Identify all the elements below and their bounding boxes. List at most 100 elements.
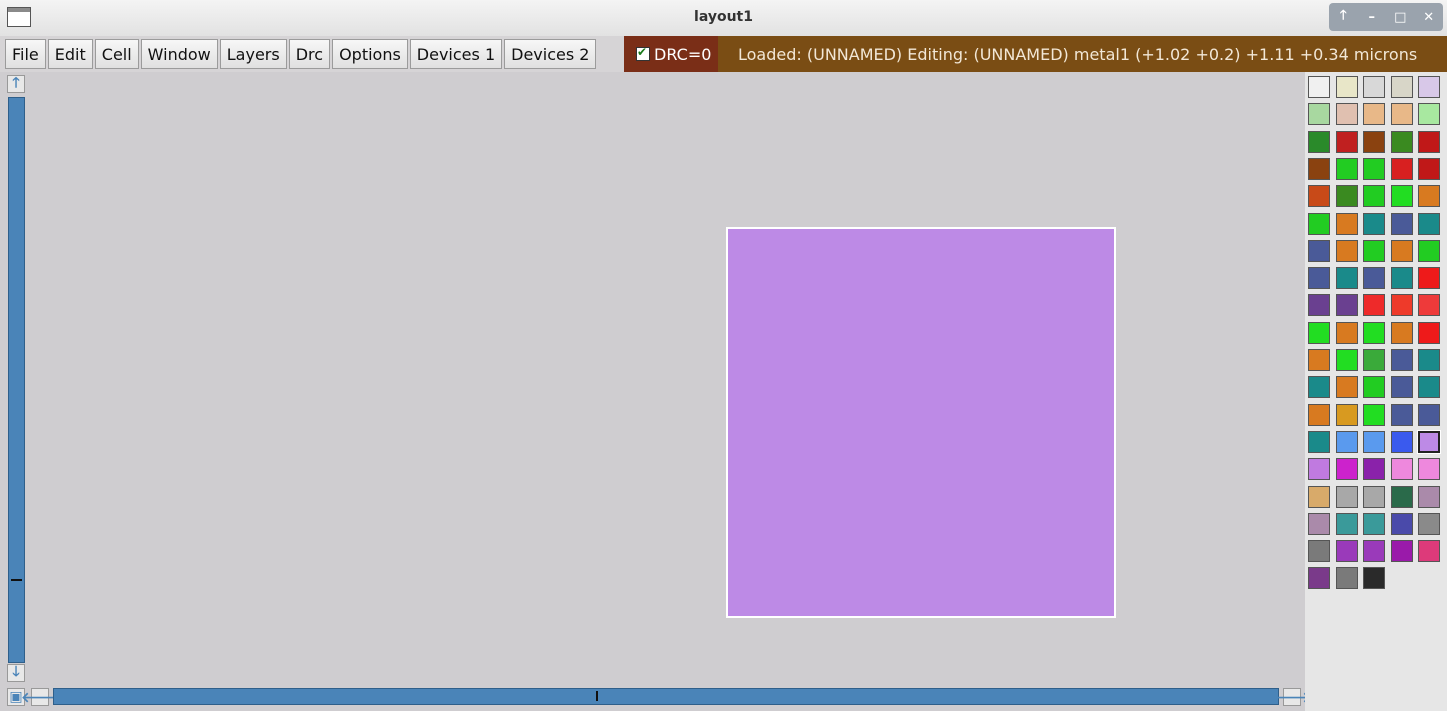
layer-swatch[interactable]	[1335, 157, 1358, 180]
layer-swatch[interactable]	[1418, 376, 1440, 399]
layer-swatch[interactable]	[1335, 430, 1358, 453]
layer-swatch[interactable]	[1390, 540, 1413, 563]
layer-swatch[interactable]	[1308, 76, 1330, 98]
layer-swatch[interactable]	[1335, 349, 1358, 371]
horizontal-scroll-thumb[interactable]	[596, 691, 598, 701]
layer-swatch[interactable]	[1390, 485, 1413, 508]
layer-swatch[interactable]	[1418, 321, 1440, 344]
horizontal-scrollbar[interactable]: ▣ 🡐 🡒	[5, 685, 1311, 709]
layer-swatch[interactable]	[1390, 376, 1413, 399]
layer-swatch[interactable]	[1335, 512, 1358, 535]
layer-swatch[interactable]	[1418, 185, 1440, 208]
layer-swatch[interactable]	[1363, 103, 1385, 126]
scroll-up-icon[interactable]: 🡑	[7, 75, 25, 93]
layer-swatch[interactable]	[1418, 512, 1440, 535]
layer-swatch[interactable]	[1363, 185, 1385, 208]
layer-swatch[interactable]	[1363, 157, 1385, 180]
scroll-right-icon[interactable]: 🡒	[1273, 688, 1311, 706]
layer-swatch[interactable]	[1363, 76, 1385, 98]
layer-swatch[interactable]	[1335, 540, 1358, 563]
layer-swatch[interactable]	[1308, 458, 1330, 481]
layer-swatch[interactable]	[1308, 157, 1330, 180]
scroll-left-icon[interactable]: 🡐	[21, 688, 59, 706]
layer-swatch[interactable]	[1363, 349, 1385, 371]
layer-swatch[interactable]	[1390, 294, 1413, 317]
layer-swatch[interactable]	[1308, 239, 1330, 262]
layer-swatch[interactable]	[1417, 429, 1441, 454]
layer-swatch[interactable]	[1335, 185, 1358, 208]
layer-swatch[interactable]	[1335, 567, 1358, 590]
layer-swatch[interactable]	[1308, 540, 1330, 563]
layer-swatch[interactable]	[1363, 130, 1385, 153]
layer-swatch[interactable]	[1390, 157, 1413, 180]
layer-swatch[interactable]	[1308, 103, 1330, 126]
menu-options[interactable]: Options	[332, 39, 408, 69]
minimize-icon[interactable]: –	[1361, 10, 1383, 25]
layer-swatch[interactable]	[1418, 103, 1440, 126]
menu-cell[interactable]: Cell	[94, 39, 139, 69]
menu-drc[interactable]: Drc	[288, 39, 331, 69]
layer-swatch[interactable]	[1363, 485, 1385, 508]
layer-swatch[interactable]	[1390, 430, 1413, 453]
layer-swatch[interactable]	[1418, 349, 1440, 371]
maximize-icon[interactable]: □	[1389, 10, 1411, 25]
drc-checkbox[interactable]	[636, 45, 650, 61]
layer-swatch[interactable]	[1418, 294, 1440, 317]
layer-swatch[interactable]	[1308, 512, 1330, 535]
layer-swatch[interactable]	[1390, 349, 1413, 371]
layer-swatch[interactable]	[1308, 212, 1330, 235]
layer-swatch[interactable]	[1308, 185, 1330, 208]
layer-swatch[interactable]	[1363, 403, 1385, 426]
menu-edit[interactable]: Edit	[47, 39, 93, 69]
layer-swatch[interactable]	[1390, 321, 1413, 344]
layer-swatch[interactable]	[1308, 485, 1330, 508]
layer-swatch[interactable]	[1363, 294, 1385, 317]
layer-swatch[interactable]	[1390, 403, 1413, 426]
layer-swatch[interactable]	[1308, 403, 1330, 426]
layer-swatch[interactable]	[1308, 349, 1330, 371]
layer-swatch[interactable]	[1308, 294, 1330, 317]
layer-swatch[interactable]	[1363, 458, 1385, 481]
layer-swatch[interactable]	[1308, 130, 1330, 153]
layer-swatch[interactable]	[1418, 458, 1440, 481]
float-icon[interactable]: 🡑	[1332, 6, 1354, 28]
layer-swatch[interactable]	[1363, 267, 1385, 290]
layer-swatch[interactable]	[1335, 294, 1358, 317]
layer-swatch[interactable]	[1363, 540, 1385, 563]
layer-swatch[interactable]	[1418, 130, 1440, 153]
layer-swatch[interactable]	[1418, 212, 1440, 235]
layer-swatch[interactable]	[1390, 103, 1413, 126]
layer-swatch[interactable]	[1363, 239, 1385, 262]
layer-swatch[interactable]	[1308, 321, 1330, 344]
layer-swatch[interactable]	[1418, 239, 1440, 262]
layer-swatch[interactable]	[1390, 185, 1413, 208]
layer-swatch[interactable]	[1335, 321, 1358, 344]
vertical-scrollbar[interactable]: 🡑 🡓	[7, 75, 27, 684]
layer-swatch[interactable]	[1418, 157, 1440, 180]
layer-swatch[interactable]	[1390, 239, 1413, 262]
layer-swatch[interactable]	[1363, 512, 1385, 535]
layer-swatch[interactable]	[1363, 212, 1385, 235]
layer-swatch[interactable]	[1335, 458, 1358, 481]
menu-devices-1[interactable]: Devices 1	[409, 39, 503, 69]
layer-swatch[interactable]	[1390, 512, 1413, 535]
drc-toggle[interactable]: DRC=0	[624, 36, 718, 72]
horizontal-scroll-track[interactable]	[53, 688, 1279, 705]
layer-swatch[interactable]	[1308, 267, 1330, 290]
layer-swatch[interactable]	[1390, 458, 1413, 481]
layer-swatch[interactable]	[1418, 540, 1440, 563]
layer-swatch[interactable]	[1418, 485, 1440, 508]
menu-layers[interactable]: Layers	[219, 39, 287, 69]
vertical-scroll-thumb[interactable]	[11, 579, 22, 581]
layer-swatch[interactable]	[1418, 76, 1440, 98]
layer-swatch[interactable]	[1335, 76, 1358, 98]
layer-swatch[interactable]	[1335, 212, 1358, 235]
layer-swatch[interactable]	[1335, 376, 1358, 399]
close-icon[interactable]: ✕	[1418, 10, 1440, 25]
metal1-rectangle[interactable]	[726, 227, 1116, 618]
layer-swatch[interactable]	[1335, 485, 1358, 508]
layer-swatch[interactable]	[1390, 267, 1413, 290]
layer-swatch[interactable]	[1335, 130, 1358, 153]
layer-swatch[interactable]	[1363, 376, 1385, 399]
layer-swatch[interactable]	[1308, 376, 1330, 399]
